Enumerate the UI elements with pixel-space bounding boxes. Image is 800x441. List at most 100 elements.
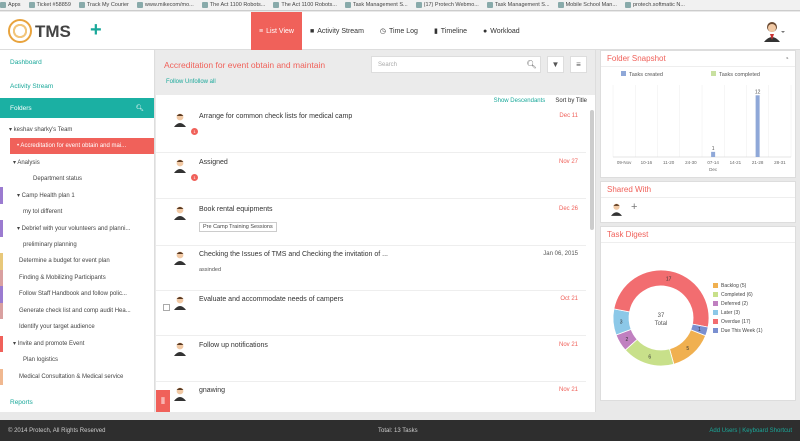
nav-tab[interactable]: ◷ Time Log — [372, 12, 426, 50]
slice-value: 3 — [620, 319, 623, 325]
folder-item[interactable]: Plan logistics — [0, 352, 154, 369]
task-row[interactable]: Checking the Issues of TMS and Checking … — [156, 245, 586, 291]
bookmark-item[interactable]: www.mikecom/mo... — [136, 2, 194, 8]
folder-item[interactable]: ▾ keshav sharky's Team — [0, 121, 154, 138]
add-share-button[interactable]: + — [631, 201, 637, 213]
bookmark-item[interactable]: Apps — [0, 2, 21, 8]
search-input[interactable]: Search — [371, 56, 541, 73]
task-due-date: Nov 27 — [558, 159, 578, 165]
bookmark-item[interactable]: The Act 1100 Robots... — [201, 2, 266, 8]
x-tick-label: 11-20 — [663, 160, 675, 165]
folder-item[interactable]: Department status — [0, 171, 154, 188]
bookmark-item[interactable]: Track My Courier — [78, 2, 129, 8]
task-name[interactable]: Checking the Issues of TMS and Checking … — [199, 251, 388, 258]
rss-icon[interactable]: ◔ — [784, 54, 789, 63]
nav-tab-label: Time Log — [389, 27, 418, 35]
sidebar-reports[interactable]: Reports — [0, 390, 33, 412]
bookmark-item[interactable]: Ticket #58859 — [28, 2, 71, 8]
sort-link[interactable]: Sort by Title — [555, 98, 587, 104]
legend-label: Later (3) — [721, 310, 740, 316]
search-icon[interactable]: 🔍︎ — [136, 104, 144, 112]
bookmark-label: Task Management S... — [494, 2, 550, 8]
comment-badge[interactable]: 1 — [191, 174, 198, 181]
task-due-date: Dec 11 — [559, 113, 578, 119]
comment-badge[interactable]: 1 — [191, 128, 198, 135]
folder-item[interactable]: ▾ Invite and promote Event — [0, 335, 154, 352]
add-task-button[interactable]: + — [90, 19, 102, 42]
folder-item[interactable]: my tol different — [0, 204, 154, 221]
task-name[interactable]: gnawing — [199, 387, 225, 394]
task-name[interactable]: Assigned — [199, 159, 228, 166]
toggle-panel-button[interactable]: ⦀ — [156, 390, 170, 412]
bookmark-icon — [136, 2, 143, 8]
shared-user-avatar-icon[interactable] — [611, 203, 622, 216]
task-row[interactable]: Book rental equipments Dec 26 Pre Camp Tra… — [156, 200, 586, 246]
folder-item[interactable]: ▾ Camp Health plan 1 — [0, 187, 154, 204]
nav-tab[interactable]: ▮ Timeline — [426, 12, 475, 50]
folder-item[interactable]: Generate check list and comp audit Hea..… — [0, 302, 154, 319]
slice-value: 2 — [625, 337, 628, 343]
bookmark-icon — [201, 2, 208, 8]
show-descendants-link[interactable]: Show Descendants — [494, 98, 546, 104]
menu-icon[interactable]: ≡ — [570, 56, 587, 73]
slice-value: 1 — [698, 327, 701, 333]
task-due-date: Nov 21 — [558, 342, 578, 348]
task-name[interactable]: Follow up notifications — [199, 342, 268, 349]
folder-item[interactable]: Follow Staff Handbook and follow polic..… — [0, 286, 154, 303]
follow-link[interactable]: Follow Unfollow all — [166, 79, 216, 85]
nav-tab-icon: ▮ — [433, 28, 438, 35]
filter-icon[interactable]: ▼ — [547, 56, 564, 73]
nav-tab[interactable]: ■ Activity Stream — [302, 12, 372, 50]
task-name[interactable]: Arrange for common check lists for medic… — [199, 113, 352, 120]
bookmark-icon — [344, 2, 351, 8]
bookmark-item[interactable]: protech.softmatic N... — [624, 2, 685, 8]
folder-item[interactable]: Medical Consultation & Medical service — [0, 368, 154, 385]
bookmark-item[interactable]: Task Management S... — [344, 2, 408, 8]
folder-item[interactable]: preliminary planning — [0, 237, 154, 254]
task-due-date: Dec 26 — [558, 206, 578, 212]
bookmark-label: The Act 1100 Robots... — [209, 2, 266, 8]
user-avatar-icon[interactable] — [763, 20, 785, 42]
bookmark-item[interactable]: Mobile School Man... — [557, 2, 617, 8]
bookmark-icon — [624, 2, 631, 8]
folder-item[interactable]: ▾ Debrief with your volunteers and plann… — [0, 220, 154, 237]
task-name[interactable]: Book rental equipments — [199, 206, 273, 213]
nav-tab[interactable]: ≡ List View — [251, 12, 302, 50]
bookmark-item[interactable]: The Act 1100 Robots... — [273, 2, 337, 8]
bookmark-label: Apps — [8, 2, 21, 8]
folder-item[interactable]: ▾ Analysis — [0, 154, 154, 171]
folder-item[interactable]: Determine a budget for event plan — [0, 253, 154, 270]
scrollbar[interactable] — [590, 110, 594, 230]
x-tick-label: 24-30 — [685, 160, 697, 165]
folder-label: ▾ Debrief with your volunteers and plann… — [17, 225, 131, 232]
task-due-date: Oct 21 — [560, 296, 578, 302]
footer-links[interactable]: Add Users | Keyboard Shortcut — [709, 428, 792, 434]
task-row[interactable]: Assigned Nov 27 1 — [156, 153, 586, 199]
task-checkbox[interactable] — [163, 304, 170, 311]
task-due-date: Jan 06, 2015 — [543, 251, 578, 257]
legend-label: Tasks completed — [719, 72, 760, 78]
task-row[interactable]: Follow up notifications Nov 21 — [156, 336, 586, 382]
task-row[interactable]: Evaluate and accommodate needs of camper… — [156, 290, 586, 336]
task-row[interactable]: gnawing Nov 21 — [156, 381, 586, 412]
task-name[interactable]: Evaluate and accommodate needs of camper… — [199, 296, 343, 303]
bookmark-item[interactable]: Task Management S... — [486, 2, 550, 8]
nav-tab[interactable]: ● Workload — [475, 12, 528, 50]
bookmark-item[interactable]: (17) Protech Webmo... — [415, 2, 479, 8]
tms-logo[interactable] — [8, 19, 32, 43]
folder-item[interactable]: Identify your target audience — [0, 319, 154, 336]
bar — [755, 95, 760, 157]
folder-item[interactable]: Finding & Mobilizing Participants — [0, 269, 154, 286]
sidebar: Dashboard Activity Stream Folders 🔍︎ ▾ k… — [0, 50, 155, 412]
sidebar-activity-stream[interactable]: Activity Stream — [0, 74, 154, 98]
sidebar-dashboard[interactable]: Dashboard — [0, 50, 154, 74]
assignee-avatar-icon — [174, 296, 186, 310]
folder-label: • Accreditation for event obtain and mai… — [17, 142, 127, 149]
folder-label: ▾ keshav sharky's Team — [9, 126, 73, 133]
bar-label: 12 — [755, 89, 761, 95]
task-tag[interactable]: Pre Camp Training Sessions — [199, 222, 277, 232]
folder-label: ▾ Camp Health plan 1 — [17, 192, 75, 199]
search-icon[interactable]: 🔍︎ — [523, 56, 540, 73]
folder-item[interactable]: • Accreditation for event obtain and mai… — [10, 137, 154, 154]
task-row[interactable]: Arrange for common check lists for medic… — [156, 107, 586, 153]
